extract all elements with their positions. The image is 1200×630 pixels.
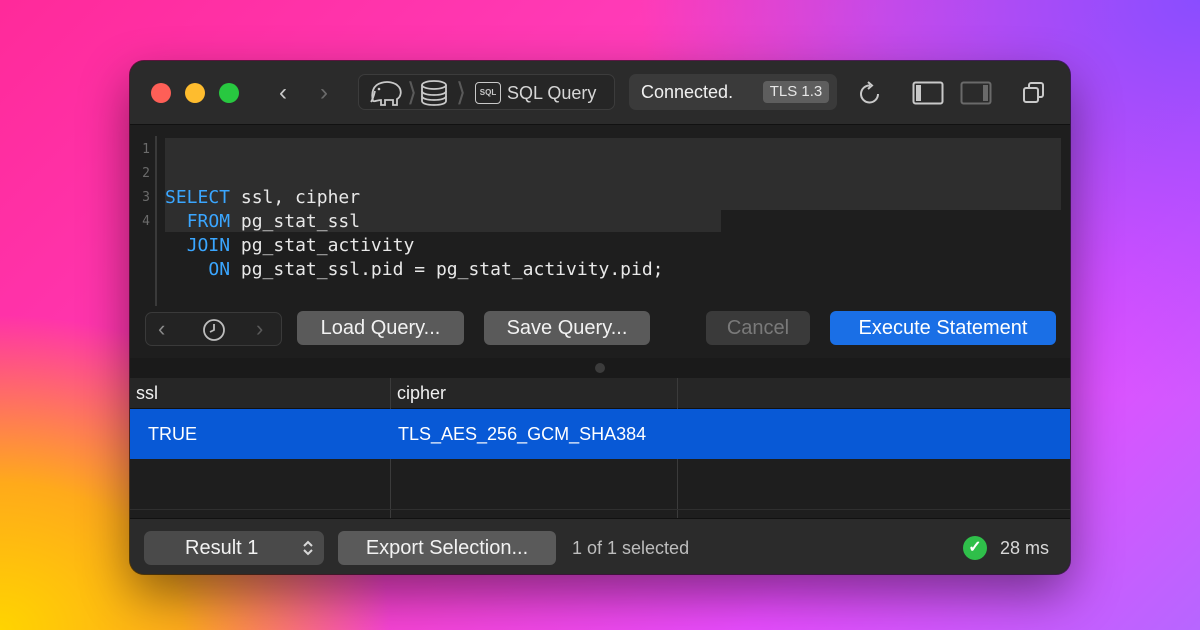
line-number: 2	[142, 166, 150, 181]
connection-status: Connected. TLS 1.3	[629, 74, 837, 110]
sql-keyword: ON	[208, 259, 231, 280]
code-line: 2 FROM pg_stat_ssl	[130, 162, 360, 232]
checkmark-icon: ✓	[963, 536, 987, 560]
breadcrumb-separator: ⟩	[407, 77, 418, 107]
history-back-icon[interactable]: ‹	[158, 315, 165, 343]
line-number: 4	[142, 214, 150, 229]
column-header-ssl[interactable]: ssl	[130, 378, 390, 409]
sidebar-right-icon[interactable]	[960, 79, 992, 107]
code-line: 1 SELECT ssl, cipher	[130, 138, 360, 208]
table-cell: TLS_AES_256_GCM_SHA384	[398, 424, 647, 444]
status-footer: Result 1 Export Selection... 1 of 1 sele…	[130, 518, 1070, 574]
zoom-window-button[interactable]	[219, 83, 239, 103]
history-clock-icon[interactable]	[202, 318, 226, 342]
sql-text: pg_stat_ssl	[230, 211, 361, 232]
sql-text: ssl, cipher	[230, 187, 361, 208]
sql-icon: SQL	[475, 82, 501, 104]
table-row[interactable]: TRUE TLS_AES_256_GCM_SHA384	[130, 409, 1070, 459]
connection-status-text: Connected.	[641, 82, 734, 102]
row-divider	[130, 509, 1070, 510]
chevron-right-icon[interactable]: ›	[312, 79, 336, 107]
table-header: ssl cipher	[130, 378, 1070, 409]
history-nav: ‹ ›	[145, 312, 282, 346]
chevron-left-icon[interactable]: ‹	[271, 79, 295, 107]
titlebar: ‹ › ⟩ ⟩ SQL SQL Query Connected. TLS 1.3	[130, 61, 1070, 125]
history-forward-icon[interactable]: ›	[256, 315, 263, 343]
line-number: 3	[142, 190, 150, 205]
sql-text: pg_stat_activity	[230, 235, 415, 256]
selection-count: 1 of 1 selected	[572, 538, 690, 558]
breadcrumb-separator: ⟩	[456, 77, 467, 107]
export-selection-button[interactable]: Export Selection...	[338, 531, 556, 565]
save-query-button[interactable]: Save Query...	[484, 311, 650, 345]
minimize-window-button[interactable]	[185, 83, 205, 103]
database-icon	[421, 80, 447, 106]
breadcrumb-label: SQL Query	[507, 83, 597, 103]
execution-time: 28 ms	[1000, 538, 1050, 558]
elephant-icon	[370, 81, 402, 106]
sql-text: pg_stat_ssl.pid = pg_stat_activity.pid;	[230, 259, 664, 280]
result-select-value: Result 1	[185, 537, 259, 559]
duplicate-window-icon[interactable]	[1022, 79, 1046, 107]
result-select[interactable]: Result 1	[144, 531, 324, 565]
table-cell: TRUE	[148, 424, 197, 444]
app-window: ‹ › ⟩ ⟩ SQL SQL Query Connected. TLS 1.3	[130, 61, 1070, 574]
split-divider[interactable]	[130, 358, 1070, 378]
execute-statement-button[interactable]: Execute Statement	[830, 311, 1056, 345]
chevron-updown-icon	[303, 540, 313, 556]
refresh-icon[interactable]	[857, 79, 883, 107]
code-line: 4 ON pg_stat_ssl.pid = pg_stat_activity.…	[130, 210, 663, 280]
column-header-cipher[interactable]: cipher	[391, 378, 677, 409]
cancel-button[interactable]: Cancel	[706, 311, 810, 345]
code-line: 3 JOIN pg_stat_activity	[130, 186, 414, 256]
close-window-button[interactable]	[151, 83, 171, 103]
breadcrumb[interactable]: ⟩ ⟩ SQL SQL Query	[358, 74, 615, 110]
load-query-button[interactable]: Load Query...	[297, 311, 464, 345]
editor-toolbar: ‹ › Load Query... Save Query... Cancel E…	[130, 309, 1070, 349]
tls-badge: TLS 1.3	[763, 81, 829, 103]
split-handle[interactable]	[595, 363, 605, 373]
sidebar-left-icon[interactable]	[912, 79, 944, 107]
results-table[interactable]: ssl cipher TRUE TLS_AES_256_GCM_SHA384	[130, 378, 1070, 518]
line-number: 1	[142, 142, 150, 157]
